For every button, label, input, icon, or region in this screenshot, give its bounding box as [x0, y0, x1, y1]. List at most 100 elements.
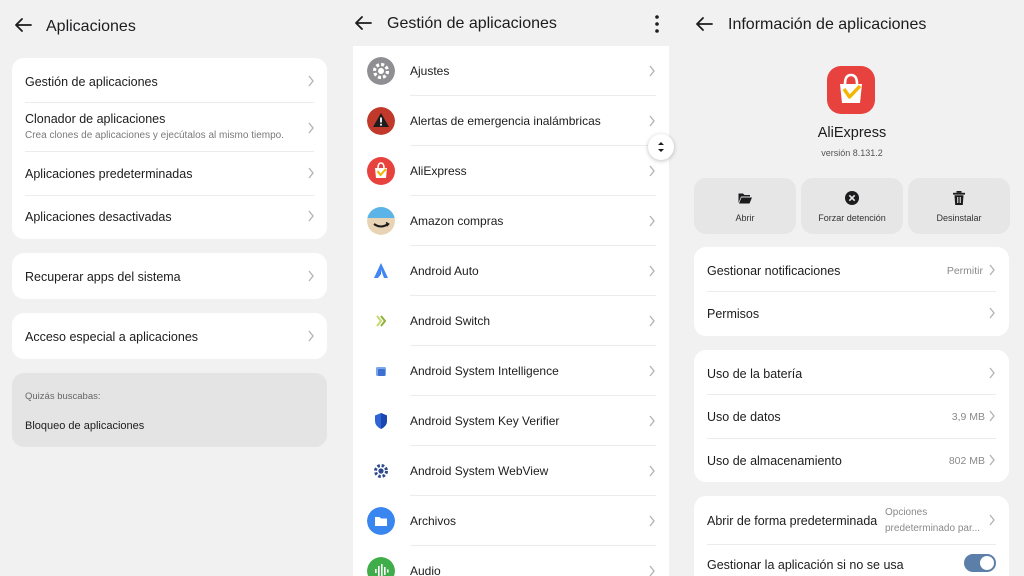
force-stop-button[interactable]: Forzar detención	[801, 178, 903, 234]
apps-menu-card: Gestión de aplicaciones Clonador de apli…	[12, 58, 327, 239]
menu-item-special-access[interactable]: Acceso especial a aplicaciones	[12, 313, 327, 359]
app-name: AliExpress	[410, 164, 467, 178]
amazon-icon	[367, 207, 395, 235]
app-row-amazon[interactable]: Amazon compras	[353, 196, 669, 246]
chevron-right-icon	[989, 514, 995, 526]
chevron-right-icon	[649, 115, 655, 127]
menu-item-label: Clonador de aplicaciones	[25, 112, 166, 126]
suggestion-app-lock[interactable]: Bloqueo de aplicaciones	[25, 420, 144, 432]
android-auto-icon	[374, 263, 388, 278]
apps-header: Aplicaciones	[0, 0, 340, 50]
app-row-aliexpress[interactable]: AliExpress	[353, 146, 669, 196]
chevron-right-icon	[649, 215, 655, 227]
row-value: 3,9 MB	[951, 411, 985, 423]
toggle-knob	[980, 556, 994, 570]
menu-item-label: Acceso especial a aplicaciones	[25, 330, 199, 344]
chevron-right-icon	[308, 270, 314, 282]
menu-item-label: Recuperar apps del sistema	[25, 270, 181, 284]
app-name: Audio	[410, 564, 441, 576]
app-name: Ajustes	[410, 64, 450, 78]
aliexpress-logo-icon	[827, 66, 875, 114]
permissions-row[interactable]: Permisos	[694, 292, 1009, 336]
row-label: Abrir de forma predeterminada	[707, 514, 878, 528]
row-label: Uso de almacenamiento	[707, 454, 842, 468]
menu-item-recover-system-apps[interactable]: Recuperar apps del sistema	[12, 253, 327, 299]
back-arrow-icon[interactable]	[352, 12, 374, 34]
row-label: Uso de datos	[707, 410, 781, 424]
chevron-right-icon	[308, 75, 314, 87]
chevron-right-icon	[308, 210, 314, 222]
defaults-card: Abrir de forma predeterminada Opciones p…	[694, 496, 1009, 576]
action-label: Desinstalar	[936, 213, 982, 223]
app-row-archivos[interactable]: Archivos	[353, 496, 669, 546]
warning-icon	[367, 107, 395, 135]
menu-item-label: Aplicaciones desactivadas	[25, 210, 172, 224]
app-name: Android Switch	[410, 314, 491, 328]
app-info-header: Información de aplicaciones	[682, 0, 1024, 50]
menu-item-app-management[interactable]: Gestión de aplicaciones	[12, 58, 327, 102]
suggestions-card: Quizás buscabas: Bloqueo de aplicaciones	[12, 373, 327, 447]
manage-unused-app-row: Gestionar la aplicación si no se usa	[694, 545, 1009, 576]
back-arrow-icon[interactable]	[12, 14, 34, 36]
row-label: Uso de la batería	[707, 367, 803, 381]
app-version: versión 8.131.2	[821, 148, 883, 158]
app-row-system-intelligence[interactable]: Android System Intelligence	[353, 346, 669, 396]
chevron-right-icon	[649, 415, 655, 427]
audio-icon	[367, 557, 395, 576]
fast-scroll-handle[interactable]	[648, 134, 674, 160]
close-circle-icon	[845, 191, 859, 205]
action-label: Forzar detención	[818, 213, 886, 223]
app-row-webview[interactable]: Android System WebView	[353, 446, 669, 496]
chevron-right-icon	[649, 65, 655, 77]
manage-unused-toggle[interactable]	[964, 554, 996, 572]
app-name: Amazon compras	[410, 214, 504, 228]
notifications-permissions-card: Gestionar notificaciones Permitir Permis…	[694, 247, 1009, 336]
app-title: AliExpress	[817, 125, 887, 141]
usage-card: Uso de la batería Uso de datos 3,9 MB Us…	[694, 350, 1009, 482]
chevron-right-icon	[649, 165, 655, 177]
app-row-ajustes[interactable]: Ajustes	[353, 46, 669, 96]
menu-item-label: Aplicaciones predeterminadas	[25, 167, 193, 181]
app-list: Ajustes Alertas de emergencia inalámbric…	[353, 46, 669, 576]
chevron-right-icon	[989, 367, 995, 379]
app-name: Archivos	[410, 514, 457, 528]
webview-gear-icon	[374, 464, 388, 478]
row-label: Gestionar la aplicación si no se usa	[707, 558, 904, 572]
battery-usage-row[interactable]: Uso de la batería	[694, 350, 1009, 394]
app-name: Android Auto	[410, 264, 479, 278]
chevron-right-icon	[649, 265, 655, 277]
menu-item-app-cloner[interactable]: Clonador de aplicaciones Crea clones de …	[12, 103, 327, 151]
back-arrow-icon[interactable]	[693, 13, 715, 35]
trash-icon	[953, 191, 965, 205]
system-intelligence-icon	[376, 367, 386, 376]
android-switch-icon	[376, 315, 387, 327]
menu-item-default-apps[interactable]: Aplicaciones predeterminadas	[12, 152, 327, 195]
chevron-right-icon	[989, 307, 995, 319]
page-title: Información de aplicaciones	[728, 16, 927, 33]
chevron-right-icon	[649, 465, 655, 477]
chevron-right-icon	[649, 365, 655, 377]
app-info-panel: Información de aplicaciones AliExpress v…	[682, 0, 1024, 576]
suggestions-header: Quizás buscabas:	[25, 391, 101, 402]
data-usage-row[interactable]: Uso de datos 3,9 MB	[694, 395, 1009, 438]
chevron-right-icon	[308, 122, 314, 134]
open-button[interactable]: Abrir	[694, 178, 796, 234]
chevron-right-icon	[649, 315, 655, 327]
menu-item-disabled-apps[interactable]: Aplicaciones desactivadas	[12, 196, 327, 239]
app-row-audio[interactable]: Audio	[353, 546, 669, 576]
more-options-icon[interactable]	[653, 14, 661, 34]
manage-notifications-row[interactable]: Gestionar notificaciones Permitir	[694, 247, 1009, 291]
storage-usage-row[interactable]: Uso de almacenamiento 802 MB	[694, 439, 1009, 482]
app-row-key-verifier[interactable]: Android System Key Verifier	[353, 396, 669, 446]
app-management-panel: Gestión de aplicaciones Ajustes Alertas …	[340, 0, 682, 576]
app-row-alertas[interactable]: Alertas de emergencia inalámbricas	[353, 96, 669, 146]
app-name: Android System WebView	[410, 464, 549, 478]
row-value: 802 MB	[948, 455, 985, 467]
app-row-android-auto[interactable]: Android Auto	[353, 246, 669, 296]
app-row-android-switch[interactable]: Android Switch	[353, 296, 669, 346]
uninstall-button[interactable]: Desinstalar	[908, 178, 1010, 234]
app-name: Alertas de emergencia inalámbricas	[410, 114, 601, 128]
open-by-default-row[interactable]: Abrir de forma predeterminada Opciones p…	[694, 496, 1009, 544]
shield-icon	[375, 413, 387, 429]
app-management-header: Gestión de aplicaciones	[340, 0, 682, 50]
